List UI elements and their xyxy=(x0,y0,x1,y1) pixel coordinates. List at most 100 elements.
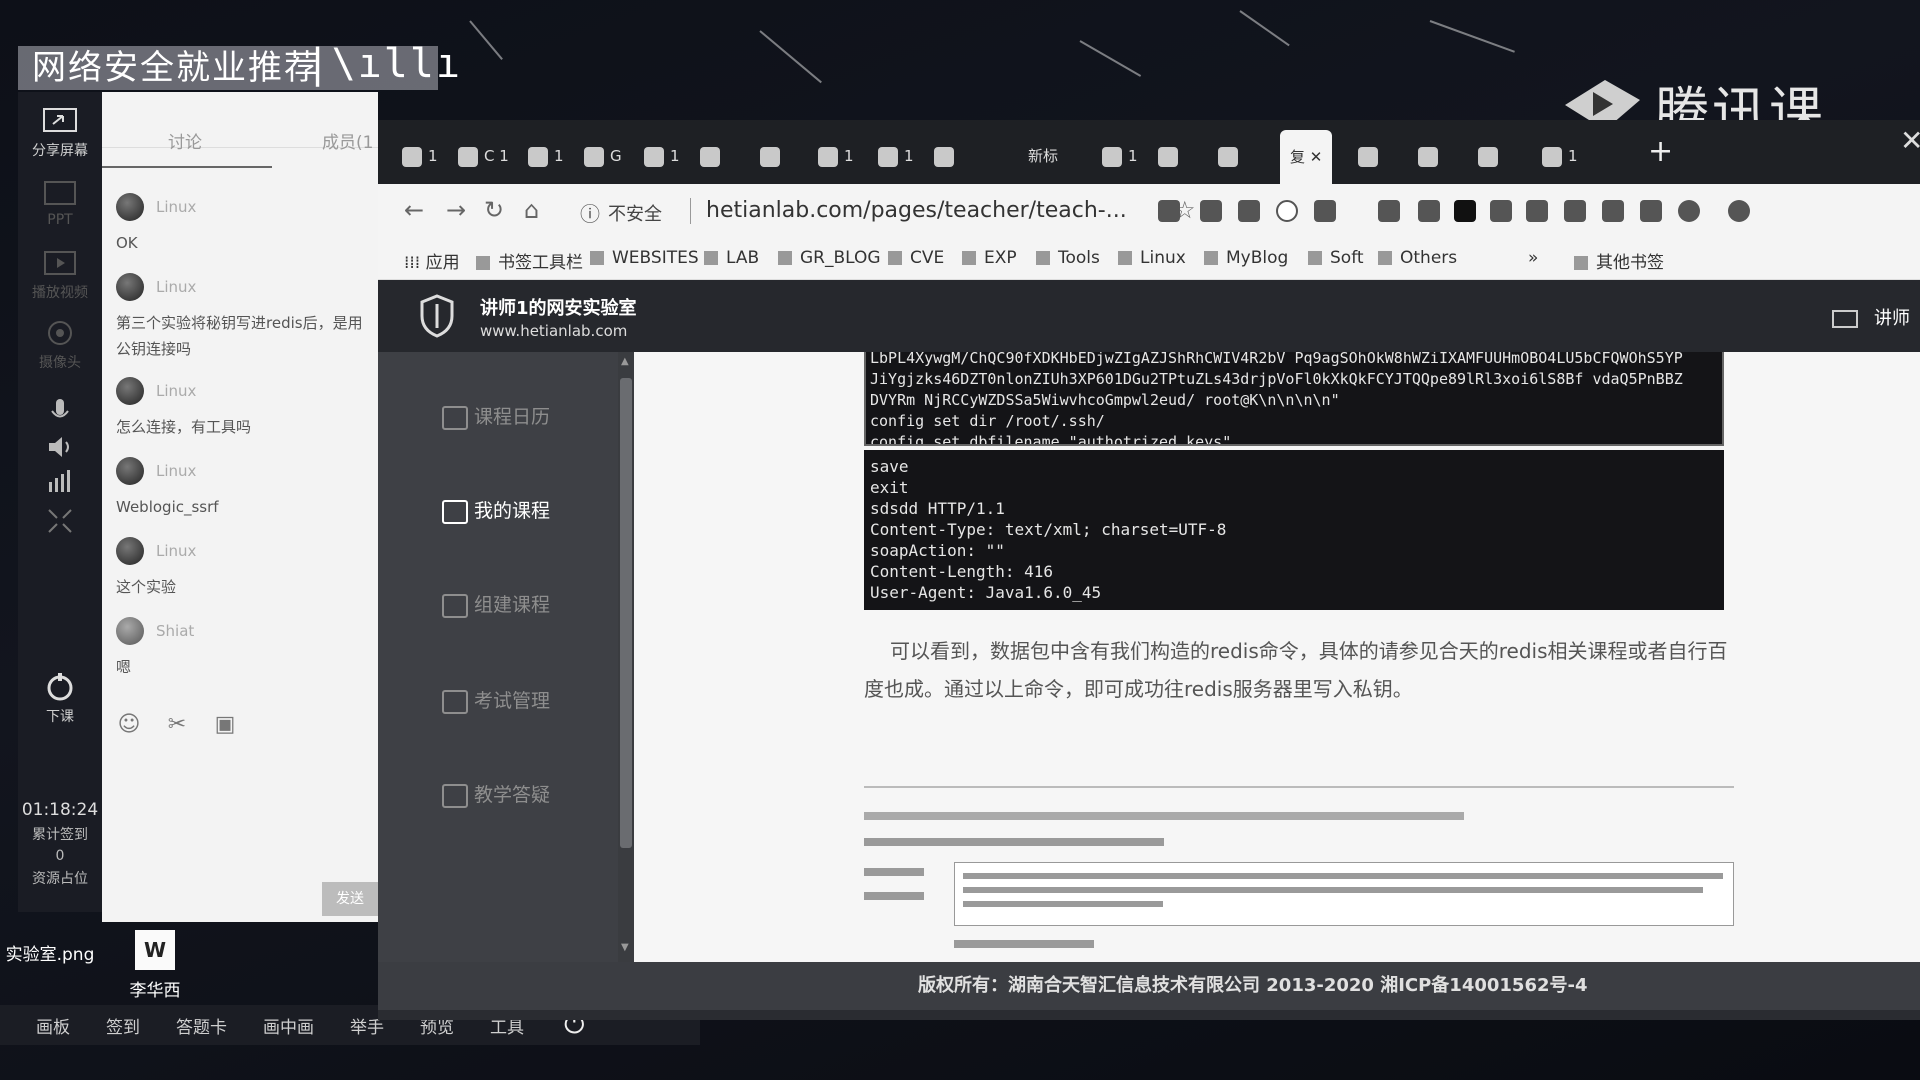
reload-icon[interactable]: ↻ xyxy=(484,196,504,224)
extension-icon[interactable] xyxy=(1454,200,1476,222)
extension-icon[interactable] xyxy=(1378,200,1400,222)
desktop-doc-icon[interactable]: W 李华西 xyxy=(115,930,195,1001)
browser-tab[interactable] xyxy=(1418,138,1444,174)
browser-tab[interactable]: 1 xyxy=(528,138,564,174)
bookmark-folder[interactable]: MyBlog xyxy=(1204,248,1288,268)
browser-tab[interactable]: 新标 xyxy=(1028,138,1058,174)
extension-icon[interactable] xyxy=(1602,200,1624,222)
bookmark-folder[interactable]: WEBSITES xyxy=(590,248,699,268)
browser-tab[interactable]: G xyxy=(584,138,622,174)
forward-icon[interactable]: → xyxy=(446,196,466,224)
volume-level-button[interactable] xyxy=(18,466,102,500)
extension-icon[interactable] xyxy=(1238,200,1260,222)
sidebar-item-calendar[interactable]: 课程日历 xyxy=(442,402,550,430)
emoji-icon[interactable]: ☺ xyxy=(116,712,142,738)
eye-icon[interactable] xyxy=(1526,200,1548,222)
scroll-up-icon[interactable]: ▲ xyxy=(621,356,629,367)
other-bookmarks[interactable]: 其他书签 xyxy=(1574,248,1664,273)
whiteboard-button[interactable]: 画板 xyxy=(36,1013,70,1038)
bookmark-folder[interactable]: LAB xyxy=(704,248,759,268)
sidebar-item-exams[interactable]: 考试管理 xyxy=(442,686,550,714)
browser-tab[interactable]: 1 xyxy=(818,138,854,174)
sidebar-item-build-course[interactable]: 组建课程 xyxy=(442,590,550,618)
back-icon[interactable]: ← xyxy=(404,196,424,224)
close-window-icon[interactable]: ✕ xyxy=(1900,124,1920,157)
browser-tab[interactable] xyxy=(1358,138,1384,174)
info-icon[interactable]: ⓘ xyxy=(580,198,600,227)
bookmark-folder[interactable]: EXP xyxy=(962,248,1017,268)
image-icon[interactable]: ▣ xyxy=(212,712,238,738)
sidebar-scrollbar[interactable]: ▲ ▼ xyxy=(618,352,634,962)
mail-icon[interactable] xyxy=(1832,310,1858,328)
close-tab-icon[interactable]: ✕ xyxy=(1310,148,1323,166)
scissors-icon[interactable]: ✂ xyxy=(164,712,190,738)
desktop-file-icon[interactable]: 实验室.png xyxy=(0,940,100,965)
tab-members[interactable]: 成员(1 xyxy=(322,128,373,153)
browser-tab[interactable] xyxy=(700,138,726,174)
bookmarks-overflow[interactable]: » xyxy=(1528,248,1538,268)
url-text[interactable]: hetianlab.com/pages/teacher/teach-... xyxy=(706,198,1127,223)
bookmark-folder[interactable]: Linux xyxy=(1118,248,1186,268)
browser-tab[interactable]: 1 xyxy=(644,138,680,174)
fullscreen-button[interactable] xyxy=(18,506,102,540)
end-class-icon xyxy=(47,673,73,701)
exam-icon xyxy=(442,689,468,714)
bookmark-folder[interactable]: Tools xyxy=(1036,248,1100,268)
image-icon xyxy=(1542,146,1562,167)
browser-tab[interactable]: 1 xyxy=(402,138,438,174)
browser-tab[interactable] xyxy=(1158,138,1184,174)
teacher-name[interactable]: 讲师 xyxy=(1874,304,1910,330)
volume-level-icon xyxy=(49,470,70,492)
bookmark-apps[interactable]: ⁞⁞⁞ 应用 xyxy=(404,248,460,273)
browser-tab[interactable] xyxy=(760,138,786,174)
sidebar-item-qa[interactable]: 教学答疑 xyxy=(442,780,550,808)
new-tab-button[interactable]: + xyxy=(1648,134,1673,169)
audio-bars-icon: |\ıllı xyxy=(305,41,462,87)
extension-icon[interactable] xyxy=(1276,200,1298,222)
scrollbar-thumb[interactable] xyxy=(620,378,632,848)
bookmark-folder[interactable]: Others xyxy=(1378,248,1457,268)
speaker-button[interactable] xyxy=(18,432,102,466)
address-bar[interactable]: ⓘ 不安全 hetianlab.com/pages/teacher/teach-… xyxy=(578,194,1498,230)
scroll-down-icon[interactable]: ▼ xyxy=(621,942,629,953)
microphone-button[interactable] xyxy=(18,396,102,430)
share-screen-button[interactable]: 分享屏幕 xyxy=(18,106,102,160)
extension-icon[interactable] xyxy=(1564,200,1586,222)
browser-tab[interactable] xyxy=(934,138,960,174)
profile-icon[interactable] xyxy=(1728,200,1750,222)
picture-in-picture-button[interactable]: 画中画 xyxy=(263,1013,314,1038)
checkin-button[interactable]: 签到 xyxy=(106,1013,140,1038)
bookmark-folder[interactable]: Soft xyxy=(1308,248,1364,268)
calendar-icon xyxy=(442,405,468,430)
folder-icon xyxy=(1204,251,1218,265)
play-video-button[interactable]: 播放视频 xyxy=(18,248,102,302)
home-icon[interactable]: ⌂ xyxy=(524,196,539,224)
browser-tab[interactable]: 1 xyxy=(1542,138,1578,174)
bookmark-folder[interactable]: 书签工具栏 xyxy=(476,248,583,273)
ppt-button[interactable]: PPT xyxy=(18,178,102,228)
end-class-button[interactable]: 下课 xyxy=(18,672,102,726)
browser-tab[interactable]: 1 xyxy=(878,138,914,174)
message-text: 怎么连接，有工具吗 xyxy=(116,418,252,436)
browser-tab[interactable] xyxy=(1218,138,1244,174)
browser-tab[interactable]: C 1 xyxy=(458,138,509,174)
bookmark-folder[interactable]: GR_BLOG xyxy=(778,248,881,268)
extension-icon[interactable] xyxy=(1314,200,1336,222)
extension-icon[interactable] xyxy=(1158,200,1180,222)
sidebar-item-my-courses[interactable]: 我的课程 xyxy=(442,496,550,524)
extension-icon[interactable] xyxy=(1200,200,1222,222)
bookmark-folder[interactable]: CVE xyxy=(888,248,944,268)
message-author: Linux xyxy=(156,542,197,560)
answer-card-button[interactable]: 答题卡 xyxy=(176,1013,227,1038)
extension-icon[interactable] xyxy=(1678,200,1700,222)
extension-icon[interactable] xyxy=(1490,200,1512,222)
browser-tab[interactable]: 1 xyxy=(1102,138,1138,174)
camera-button[interactable]: 摄像头 xyxy=(18,318,102,372)
send-button[interactable]: 发送 xyxy=(322,882,378,916)
browser-tab-active[interactable]: 复 ✕ xyxy=(1280,130,1333,184)
browser-tab[interactable] xyxy=(1478,138,1504,174)
tab-discussion[interactable]: 讨论 xyxy=(168,128,202,153)
extension-icon[interactable] xyxy=(1418,200,1440,222)
extension-icon[interactable] xyxy=(1640,200,1662,222)
promo-banner: 网络安全就业推荐 |\ıllı xyxy=(18,42,460,90)
